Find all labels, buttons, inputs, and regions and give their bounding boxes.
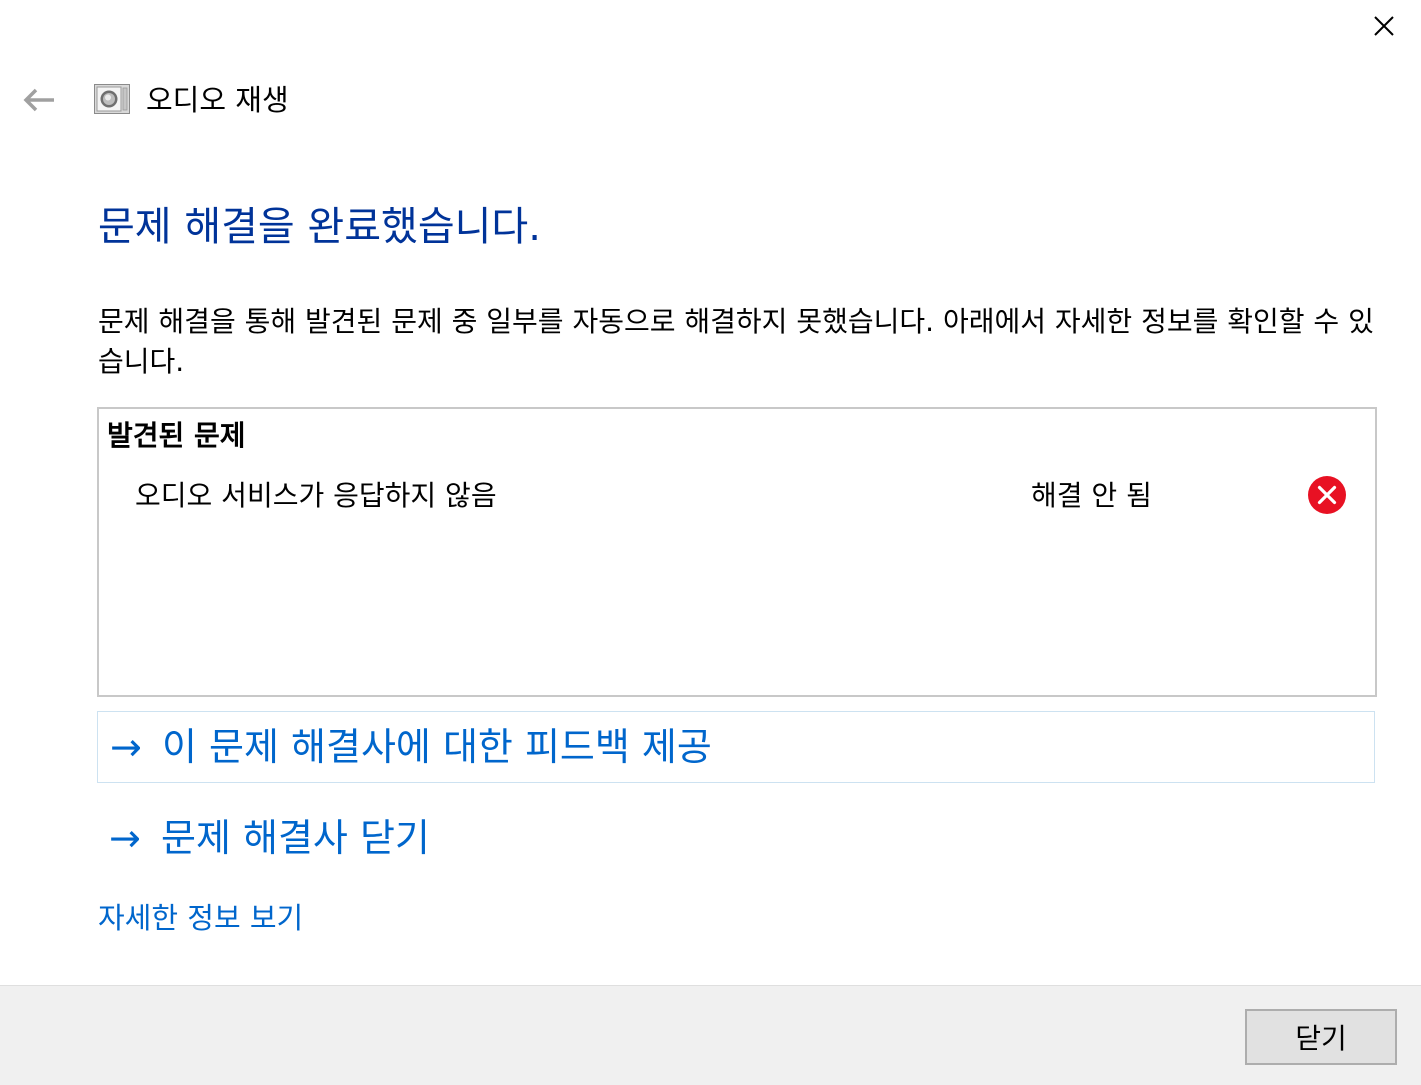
problems-found-panel: 발견된 문제 오디오 서비스가 응답하지 않음 해결 안 됨 [97, 407, 1377, 697]
feedback-link[interactable]: → 이 문제 해결사에 대한 피드백 제공 [97, 711, 1375, 783]
speaker-icon [94, 84, 130, 114]
right-arrow-icon: → [109, 816, 141, 860]
footer-bar: 닫기 [0, 985, 1421, 1085]
view-details-link[interactable]: 자세한 정보 보기 [98, 898, 303, 938]
close-icon[interactable] [1364, 8, 1404, 44]
troubleshooter-window: 오디오 재생 문제 해결을 완료했습니다. 문제 해결을 통해 발견된 문제 중… [0, 0, 1421, 1085]
problem-row: 오디오 서비스가 응답하지 않음 해결 안 됨 [99, 473, 1375, 519]
window-title: 오디오 재생 [146, 83, 289, 117]
description-text: 문제 해결을 통해 발견된 문제 중 일부를 자동으로 해결하지 못했습니다. … [98, 305, 1374, 378]
problem-status: 해결 안 됨 [1031, 479, 1152, 512]
page-title: 문제 해결을 완료했습니다. [98, 204, 541, 250]
error-icon [1307, 475, 1347, 515]
back-arrow-icon[interactable] [18, 82, 60, 118]
problem-name: 오디오 서비스가 응답하지 않음 [135, 479, 497, 512]
close-troubleshooter-link[interactable]: → 문제 해결사 닫기 [97, 802, 697, 874]
close-button[interactable]: 닫기 [1245, 1009, 1397, 1065]
problems-header: 발견된 문제 [107, 419, 246, 452]
close-troubleshooter-label: 문제 해결사 닫기 [161, 816, 430, 860]
right-arrow-icon: → [110, 725, 142, 769]
feedback-link-label: 이 문제 해결사에 대한 피드백 제공 [162, 725, 712, 769]
